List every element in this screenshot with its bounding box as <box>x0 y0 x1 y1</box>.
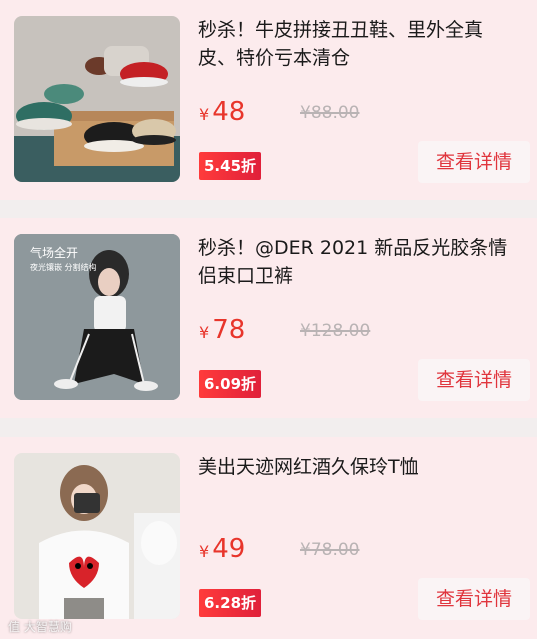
view-details-button[interactable]: 查看详情 <box>418 578 530 620</box>
sale-price: ¥49 <box>199 533 245 568</box>
original-price: ¥128.00 <box>300 321 371 341</box>
discount-badge: 6.09折 <box>199 370 262 398</box>
sale-price: ¥48 <box>199 96 245 131</box>
image-headline: 气场全开 <box>30 246 79 260</box>
product-card[interactable]: 秒杀！牛皮拼接丑丑鞋、里外全真皮、特价亏本清仓 ¥48 ¥88.00 5.45折… <box>0 0 537 200</box>
discount-badge: 6.28折 <box>199 589 262 617</box>
tshirt-photo <box>14 453 180 619</box>
product-image-sneakers[interactable] <box>14 16 180 182</box>
currency-symbol: ¥ <box>199 542 210 561</box>
product-card[interactable]: 气场全开 夜光镶嵌 分割结构 秒杀！@DER 2021 新品反光胶条情侣束口卫裤… <box>0 218 537 418</box>
product-title[interactable]: 秒杀！@DER 2021 新品反光胶条情侣束口卫裤 <box>198 234 518 290</box>
original-price: ¥78.00 <box>300 540 360 560</box>
currency-symbol: ¥ <box>199 105 210 124</box>
price-value: 48 <box>212 97 246 127</box>
product-title[interactable]: 美出天迹网红酒久保玲T恤 <box>198 453 518 481</box>
product-image-pants[interactable]: 气场全开 夜光镶嵌 分割结构 <box>14 234 180 400</box>
price-value: 78 <box>212 315 246 345</box>
sneakers-photo <box>14 16 180 182</box>
discount-badge: 5.45折 <box>199 152 262 180</box>
product-title[interactable]: 秒杀！牛皮拼接丑丑鞋、里外全真皮、特价亏本清仓 <box>198 16 518 72</box>
view-details-button[interactable]: 查看详情 <box>418 141 530 183</box>
product-image-tshirt[interactable] <box>14 453 180 619</box>
product-card[interactable]: 美出天迹网红酒久保玲T恤 ¥49 ¥78.00 6.28折 查看详情 <box>0 437 537 639</box>
currency-symbol: ¥ <box>199 323 210 342</box>
sale-price: ¥78 <box>199 314 245 349</box>
price-value: 49 <box>212 534 246 564</box>
original-price: ¥88.00 <box>300 103 360 123</box>
watermark: 值 大智慧购 <box>8 620 72 634</box>
image-subtext: 夜光镶嵌 分割结构 <box>30 263 97 272</box>
view-details-button[interactable]: 查看详情 <box>418 359 530 401</box>
